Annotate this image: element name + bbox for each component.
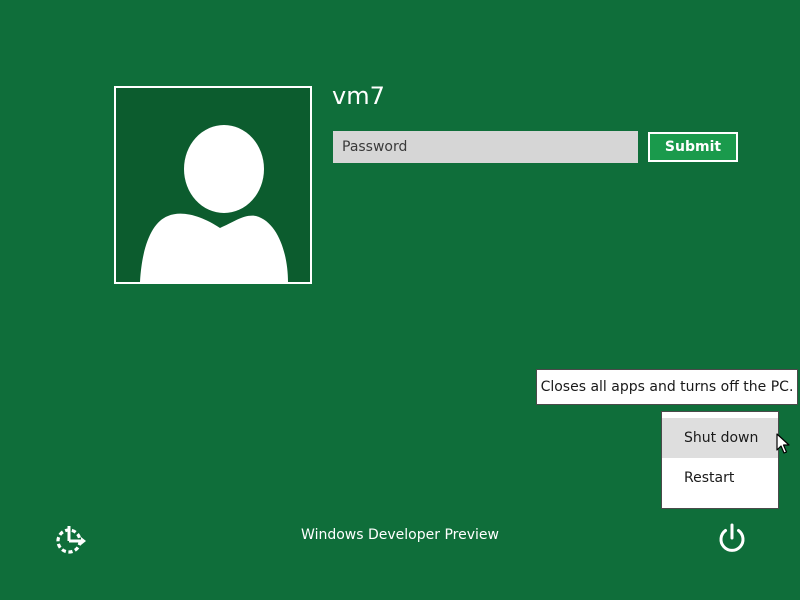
- shutdown-tooltip: Closes all apps and turns off the PC.: [536, 369, 798, 405]
- username-label: vm7: [332, 82, 385, 110]
- ease-of-access-button[interactable]: [52, 522, 88, 558]
- default-user-silhouette-icon: [140, 125, 288, 282]
- submit-button[interactable]: Submit: [648, 132, 738, 162]
- power-icon: [719, 523, 745, 552]
- mouse-cursor-icon: [776, 433, 790, 454]
- ease-of-access-icon: [56, 526, 86, 554]
- power-menu: Shut down Restart: [661, 411, 779, 509]
- user-avatar-tile: [114, 86, 312, 284]
- power-button[interactable]: [714, 520, 750, 556]
- lock-screen: vm7 Submit Closes all apps and turns off…: [0, 0, 800, 600]
- password-field[interactable]: [333, 131, 638, 163]
- menu-item-restart[interactable]: Restart: [662, 458, 778, 498]
- menu-item-shut-down[interactable]: Shut down: [662, 418, 778, 458]
- os-version-label: Windows Developer Preview: [301, 527, 499, 543]
